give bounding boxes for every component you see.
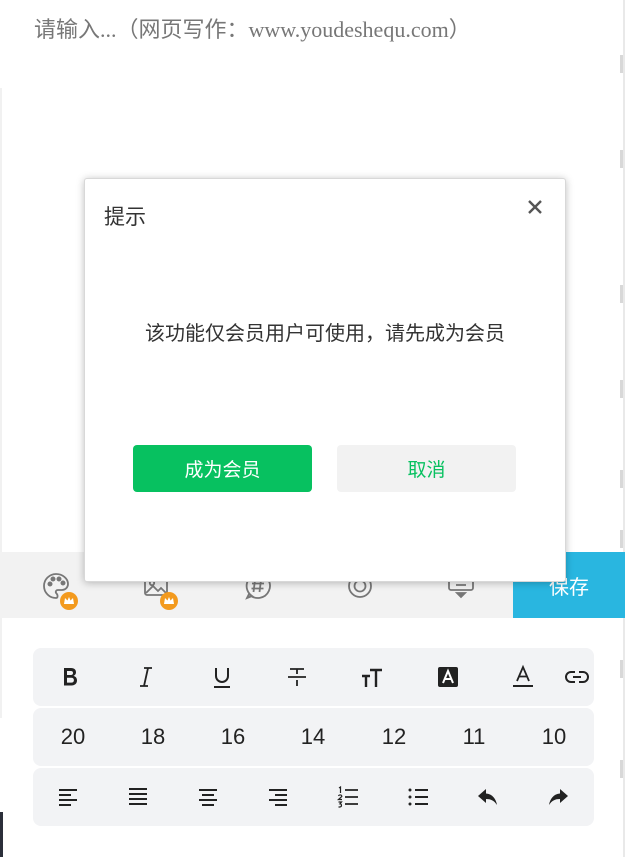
close-button[interactable]: [523, 195, 547, 219]
cancel-button[interactable]: 取消: [337, 445, 516, 492]
close-icon: [528, 200, 542, 214]
dialog-title: 提示: [104, 206, 146, 229]
membership-prompt-dialog: 提示 该功能仅会员用户可使用，请先成为会员 成为会员 取消: [84, 178, 566, 582]
dialog-message: 该功能仅会员用户可使用，请先成为会员: [145, 323, 505, 345]
modal-overlay: 提示 该功能仅会员用户可使用，请先成为会员 成为会员 取消: [0, 0, 625, 857]
become-member-button[interactable]: 成为会员: [133, 445, 312, 492]
